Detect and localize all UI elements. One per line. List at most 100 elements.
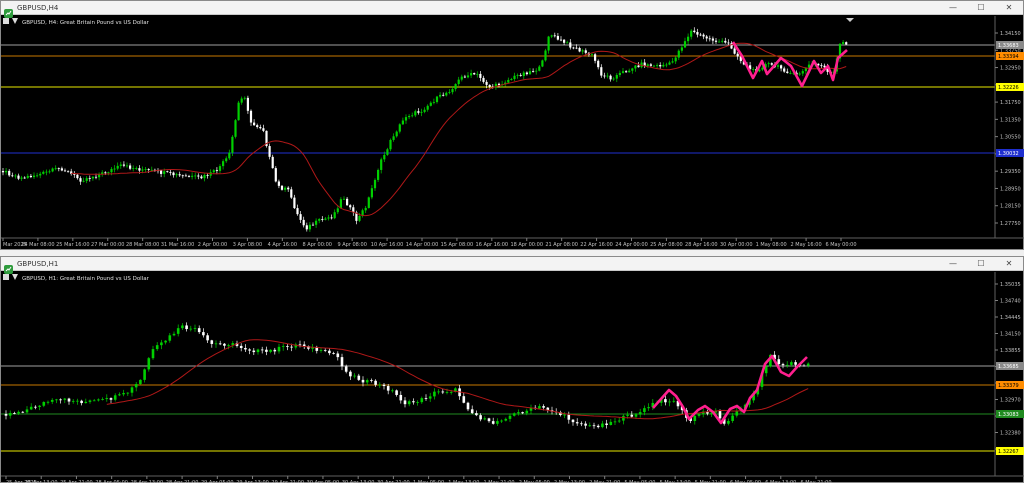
candle-body <box>298 344 302 346</box>
candle-body <box>147 358 151 370</box>
candle-body <box>556 35 559 40</box>
candle-body <box>416 402 419 403</box>
candle-body <box>328 350 331 354</box>
candle-body <box>164 340 167 343</box>
horizontal-levels[interactable] <box>1 365 995 452</box>
candle-body <box>364 207 367 211</box>
candle-body <box>222 161 225 167</box>
candle-body <box>132 168 135 170</box>
maximize-button[interactable]: ☐ <box>967 257 995 270</box>
candle-body <box>332 353 335 354</box>
candle-body <box>403 400 407 405</box>
candle-body <box>168 335 172 341</box>
chart-arrow-icon <box>12 274 18 280</box>
time-tick-label: 24 Apr 00:00 <box>615 242 648 248</box>
candle-body <box>512 413 516 416</box>
price-chart-h1[interactable]: GBPUSD, H1: Great Britain Pound vs US Do… <box>1 272 1024 483</box>
candle-body <box>395 390 398 395</box>
candle-body <box>672 400 676 402</box>
candle-body <box>445 92 448 96</box>
candle-body <box>17 411 20 414</box>
window-titlebar[interactable]: GBPUSD,H4 — ☐ ✕ <box>1 1 1023 18</box>
chart-window-h1[interactable]: GBPUSD,H1 — ☐ ✕ GBPUSD, H1: Great Britai… <box>0 256 1024 483</box>
candle-body <box>223 343 226 346</box>
candle-body <box>392 136 395 140</box>
candle-body <box>630 414 634 417</box>
candle-body <box>649 64 652 66</box>
candle-body <box>203 174 206 179</box>
candle-body <box>463 76 466 78</box>
candle-body <box>365 380 369 383</box>
candle-body <box>150 169 153 171</box>
candle-body <box>336 353 340 358</box>
candle-body <box>349 371 352 377</box>
candle-body <box>67 171 70 173</box>
candle-body <box>517 412 520 414</box>
candle-body <box>845 42 848 45</box>
chart-shift-icon[interactable] <box>846 18 854 22</box>
candle-body <box>5 170 8 173</box>
candle-body <box>417 111 420 113</box>
candle-body <box>259 127 262 129</box>
candle-body <box>441 391 445 393</box>
time-tick-label: 25 Apr 08:00 <box>650 242 683 248</box>
candle-body <box>445 391 449 393</box>
candle-body <box>39 173 42 176</box>
price-level-value: 1.33379 <box>998 383 1019 389</box>
price-tick-label: 1.34740 <box>1000 299 1021 305</box>
candle-body <box>321 219 324 220</box>
candle-body <box>483 418 487 420</box>
candle-body <box>218 166 222 171</box>
candle-body <box>202 332 205 336</box>
candle-body <box>507 79 510 83</box>
price-tick-label: 1.31350 <box>1000 117 1021 123</box>
candle-body <box>646 64 649 66</box>
candle-body <box>414 111 417 116</box>
candle-body <box>588 425 592 427</box>
time-tick-label: 9 Apr 08:00 <box>337 242 366 248</box>
candle-body <box>4 414 8 416</box>
maximize-button[interactable]: ☐ <box>967 1 995 14</box>
minimize-button[interactable]: — <box>939 1 967 14</box>
time-tick-label: 28 Mar 08:00 <box>126 242 159 248</box>
candle-body <box>265 349 268 352</box>
candle-body <box>626 414 629 416</box>
close-button[interactable]: ✕ <box>995 257 1023 270</box>
candle-body <box>563 414 566 416</box>
time-tick-label: 2 Apr 00:00 <box>198 242 227 248</box>
horizontal-levels[interactable] <box>1 44 995 154</box>
candle-body <box>785 364 789 366</box>
candle-body <box>622 415 625 421</box>
candle-body <box>398 124 401 132</box>
chart-window-icon <box>4 259 13 274</box>
candle-body <box>189 328 193 330</box>
candle-body <box>578 47 581 52</box>
price-tick-label: 1.34445 <box>1000 315 1021 321</box>
candle-body <box>401 120 404 125</box>
price-level-value: 1.33683 <box>998 43 1019 49</box>
candle-body <box>731 415 734 421</box>
candle-body <box>141 169 144 171</box>
candle-body <box>67 398 71 402</box>
time-tick-label: 8 Apr 00:00 <box>303 242 332 248</box>
window-titlebar[interactable]: GBPUSD,H1 — ☐ ✕ <box>1 257 1023 274</box>
close-button[interactable]: ✕ <box>995 1 1023 14</box>
price-chart-h4[interactable]: GBPUSD, H4: Great Britain Pound vs US Do… <box>1 16 1024 250</box>
candle-body <box>696 32 699 35</box>
candle-body <box>48 171 51 173</box>
chart-window-h4[interactable]: GBPUSD,H4 — ☐ ✕ GBPUSD, H4: Great Britai… <box>0 0 1024 250</box>
candle-body <box>420 111 423 113</box>
candle-body <box>330 217 333 219</box>
candle-body <box>315 220 318 225</box>
minimize-button[interactable]: — <box>939 257 967 270</box>
candle-body <box>525 72 528 75</box>
candle-body <box>491 421 495 424</box>
price-tick-label: 1.33855 <box>1000 348 1021 354</box>
candle-body <box>606 75 609 77</box>
candle-body <box>470 409 474 414</box>
time-tick-label: 27 Mar 00:00 <box>91 242 124 248</box>
candle-body <box>85 178 88 181</box>
candle-body <box>470 73 473 76</box>
candle-body <box>370 380 373 381</box>
candle-body <box>550 35 553 37</box>
